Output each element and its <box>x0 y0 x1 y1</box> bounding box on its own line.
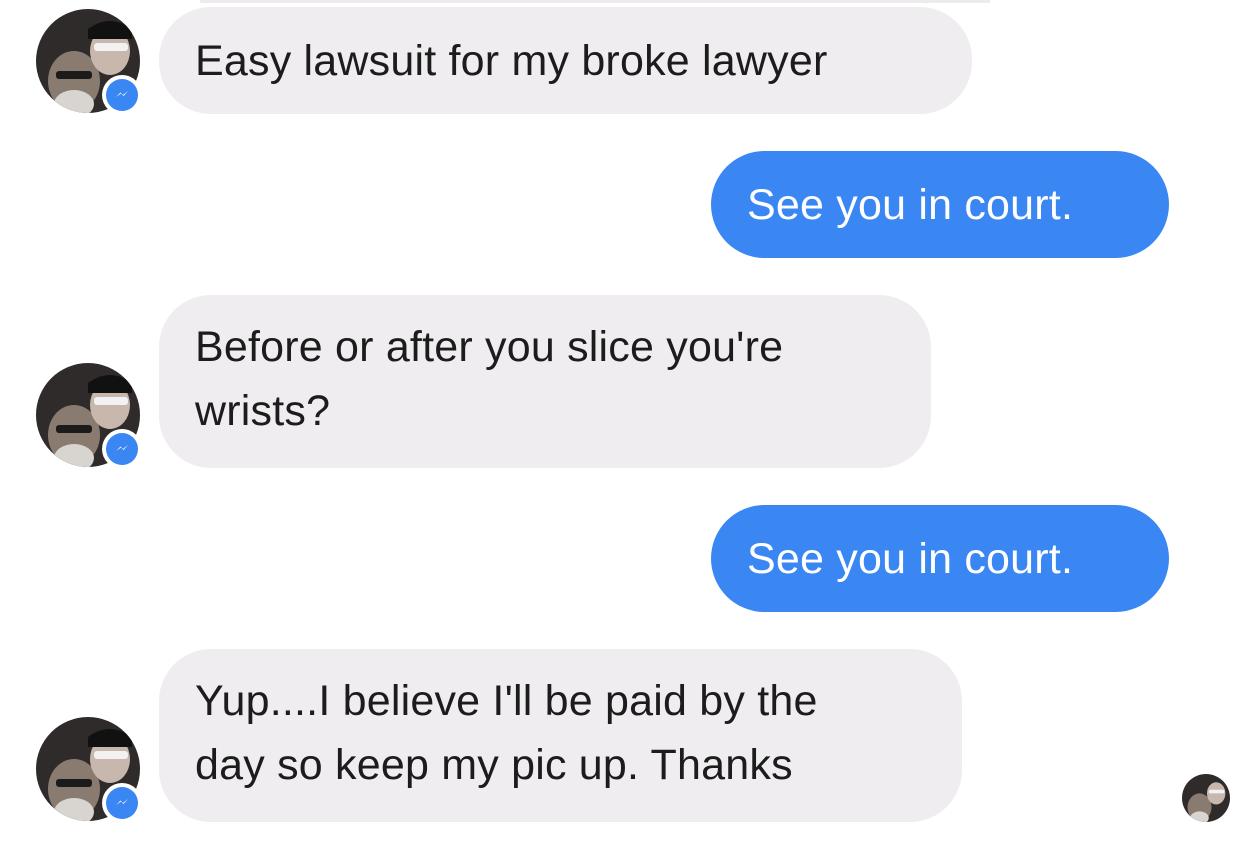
message-bubble-outgoing[interactable]: See you in court. <box>711 505 1169 612</box>
message-bubble-incoming[interactable]: Easy lawsuit for my broke lawyer <box>159 7 972 114</box>
messenger-badge-icon <box>102 783 142 823</box>
contact-avatar[interactable] <box>36 363 142 469</box>
previous-bubble-edge <box>200 0 990 3</box>
message-bubble-incoming[interactable]: Yup....I believe I'll be paid by the day… <box>159 649 962 822</box>
read-receipt-avatar <box>1182 774 1230 822</box>
contact-avatar[interactable] <box>36 717 142 823</box>
messenger-badge-icon <box>102 429 142 469</box>
messenger-badge-icon <box>102 75 142 115</box>
message-bubble-incoming[interactable]: Before or after you slice you're wrists? <box>159 295 931 468</box>
message-bubble-outgoing[interactable]: See you in court. <box>711 151 1169 258</box>
contact-avatar[interactable] <box>36 9 142 115</box>
